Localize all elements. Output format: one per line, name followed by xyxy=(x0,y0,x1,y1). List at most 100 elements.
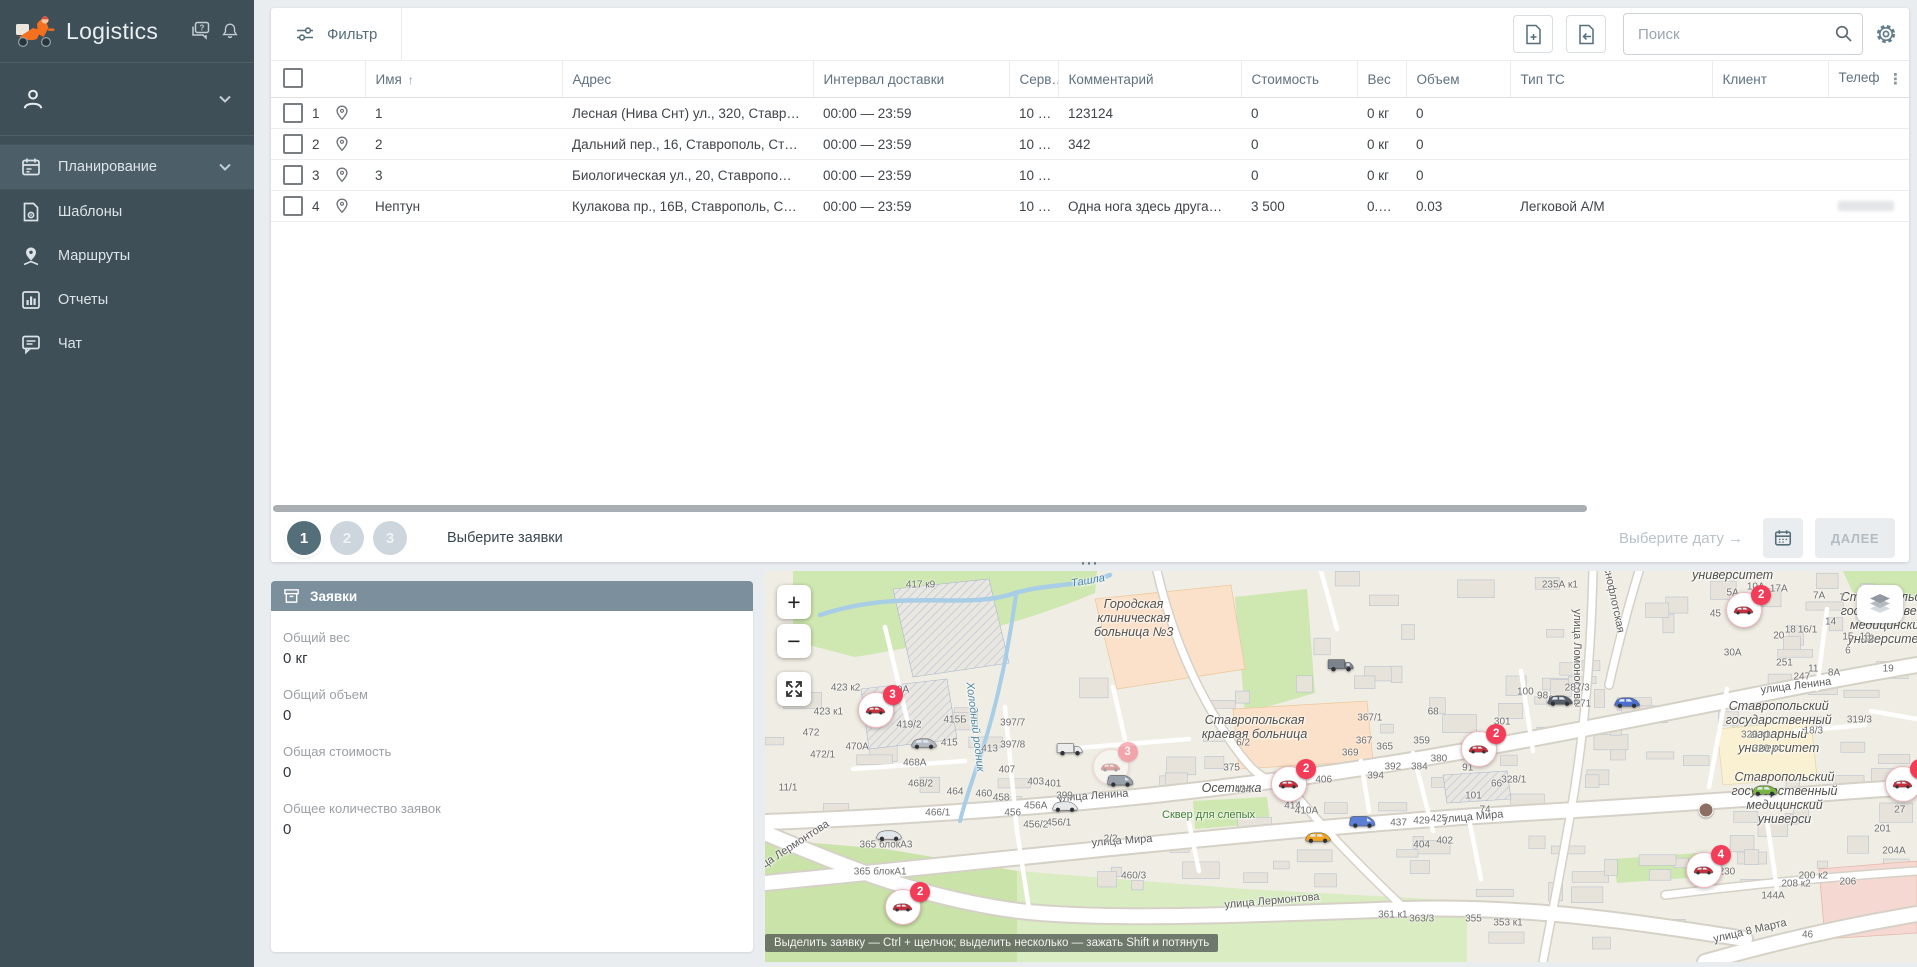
vehicle-marker-dot[interactable] xyxy=(1699,802,1714,817)
file-import-icon xyxy=(1577,24,1596,45)
vehicle-marker-car[interactable] xyxy=(1612,694,1642,709)
order-cluster-marker[interactable]: 2 xyxy=(1461,731,1497,767)
select-all-checkbox[interactable] xyxy=(283,68,303,88)
date-placeholder: Выберите дату → xyxy=(1619,530,1743,547)
step-1[interactable]: 1 xyxy=(287,521,321,555)
row-checkbox[interactable] xyxy=(283,103,303,123)
table-row[interactable]: 2 2 Дальний пер., 16, Ставрополь, Ст… 00… xyxy=(271,129,1909,160)
cell-weight: 0.… xyxy=(1357,191,1406,222)
order-cluster-marker[interactable]: 2 xyxy=(885,889,921,925)
vehicle-marker-car[interactable] xyxy=(1545,693,1575,708)
fullscreen-expand-icon xyxy=(785,680,803,698)
search-input[interactable] xyxy=(1636,25,1839,44)
sidebar-item-reports[interactable]: Отчеты xyxy=(0,278,254,322)
template-file-icon xyxy=(20,201,42,223)
header-select[interactable] xyxy=(271,61,365,98)
cell-volume: 0.03 xyxy=(1406,191,1510,222)
cell-comment xyxy=(1058,160,1241,191)
search-icon[interactable] xyxy=(1834,24,1853,43)
column-client[interactable]: Клиент xyxy=(1712,61,1828,98)
sidebar: Logistics ? xyxy=(0,0,254,967)
map-hint: Выделить заявку — Ctrl + щелчок; выделит… xyxy=(765,934,1218,952)
next-button[interactable]: ДАЛЕЕ xyxy=(1815,518,1895,558)
cell-interval: 00:00 — 23:59 xyxy=(813,191,1009,222)
summary-field: Общая стоимость 0 xyxy=(283,733,753,781)
column-comment[interactable]: Комментарий xyxy=(1058,61,1241,98)
table-row[interactable]: 3 3 Биологическая ул., 20, Ставропо… 00:… xyxy=(271,160,1909,191)
vehicle-marker-car[interactable] xyxy=(909,736,939,751)
vehicle-marker-van[interactable] xyxy=(1105,773,1135,788)
sidebar-item-planning[interactable]: Планирование xyxy=(0,144,254,190)
column-address[interactable]: Адрес xyxy=(562,61,813,98)
order-cluster-marker[interactable]: 4 xyxy=(1686,852,1722,888)
order-cluster-marker[interactable]: 2 xyxy=(1885,766,1917,802)
sidebar-item-label: Маршруты xyxy=(58,248,130,264)
vehicle-marker-car[interactable] xyxy=(1050,798,1080,813)
zoom-out-button[interactable]: − xyxy=(777,624,811,658)
column-service[interactable]: Серв… xyxy=(1009,61,1058,98)
cell-service: 10 … xyxy=(1009,129,1058,160)
summary-field: Общее количество заявок 0 xyxy=(283,790,753,838)
resize-handle[interactable]: ⋯ xyxy=(1072,556,1108,570)
zoom-in-button[interactable]: + xyxy=(777,585,811,619)
vehicle-marker-truck[interactable] xyxy=(1055,741,1085,756)
location-pin-icon xyxy=(335,198,349,214)
step-3[interactable]: 3 xyxy=(373,521,407,555)
row-checkbox[interactable] xyxy=(283,134,303,154)
cell-service: 10 … xyxy=(1009,191,1058,222)
cell-service: 10 … xyxy=(1009,98,1058,129)
calendar-icon xyxy=(1773,528,1793,548)
row-checkbox[interactable] xyxy=(283,165,303,185)
bar-chart-icon xyxy=(20,289,42,311)
column-menu-icon[interactable]: ⋮ xyxy=(1888,70,1903,88)
vehicle-marker-car[interactable] xyxy=(874,827,904,842)
search-box xyxy=(1623,13,1863,55)
field-label: Общий объем xyxy=(283,687,753,702)
field-value: 0 кг xyxy=(283,650,753,667)
column-name[interactable]: Имя↑ xyxy=(365,61,562,98)
cell-address: Дальний пер., 16, Ставрополь, Ст… xyxy=(562,129,813,160)
chevron-down-icon xyxy=(216,158,234,176)
sidebar-item-routes[interactable]: Маршруты xyxy=(0,234,254,278)
row-number: 3 xyxy=(312,168,326,183)
order-cluster-marker[interactable]: 3 xyxy=(858,692,894,728)
cell-cost: 0 xyxy=(1241,98,1357,129)
order-cluster-marker[interactable]: 2 xyxy=(1271,766,1307,802)
field-value: 0 xyxy=(283,707,753,724)
help-chat-icon[interactable]: ? xyxy=(190,21,212,41)
column-volume[interactable]: Объем xyxy=(1406,61,1510,98)
add-document-button[interactable] xyxy=(1513,15,1553,53)
column-phone[interactable]: ⋮Телеф xyxy=(1828,61,1909,98)
map[interactable]: ТашлаХолодный родникГородская клиническа… xyxy=(765,571,1917,962)
cell-client xyxy=(1712,160,1828,191)
vehicle-marker-truck[interactable] xyxy=(1326,657,1356,672)
horizontal-scrollbar[interactable] xyxy=(273,505,1587,512)
notifications-bell-icon[interactable] xyxy=(220,21,240,41)
fullscreen-button[interactable] xyxy=(777,672,811,706)
settings-gear-button[interactable] xyxy=(1863,14,1909,54)
location-pin-icon xyxy=(335,167,349,183)
column-cost[interactable]: Стоимость xyxy=(1241,61,1357,98)
order-cluster-marker[interactable]: 2 xyxy=(1726,592,1762,628)
app-title: Logistics xyxy=(66,18,158,45)
import-document-button[interactable] xyxy=(1566,15,1606,53)
row-checkbox[interactable] xyxy=(283,196,303,216)
table-row[interactable]: 1 1 Лесная (Нива Снт) ул., 320, Ставр… 0… xyxy=(271,98,1909,129)
table-row[interactable]: 4 Нептун Кулакова пр., 16В, Ставрополь, … xyxy=(271,191,1909,222)
filter-button[interactable]: Фильтр xyxy=(271,8,401,60)
layers-button[interactable] xyxy=(1857,585,1903,623)
column-weight[interactable]: Вес xyxy=(1357,61,1406,98)
cell-name: 3 xyxy=(365,160,562,191)
step-2[interactable]: 2 xyxy=(330,521,364,555)
sidebar-item-chat[interactable]: Чат xyxy=(0,322,254,366)
vehicle-marker-van[interactable] xyxy=(1347,814,1377,829)
sidebar-item-templates[interactable]: Шаблоны xyxy=(0,190,254,234)
map-markers-layer: 33222242 xyxy=(765,571,1917,962)
sidebar-item-label: Планирование xyxy=(58,159,157,175)
vehicle-marker-car[interactable] xyxy=(1750,782,1780,797)
vehicle-marker-car[interactable] xyxy=(1303,829,1333,844)
column-vehicle-type[interactable]: Тип ТС xyxy=(1510,61,1712,98)
calendar-button[interactable] xyxy=(1763,518,1803,558)
column-interval[interactable]: Интервал доставки xyxy=(813,61,1009,98)
user-menu[interactable] xyxy=(0,63,254,136)
